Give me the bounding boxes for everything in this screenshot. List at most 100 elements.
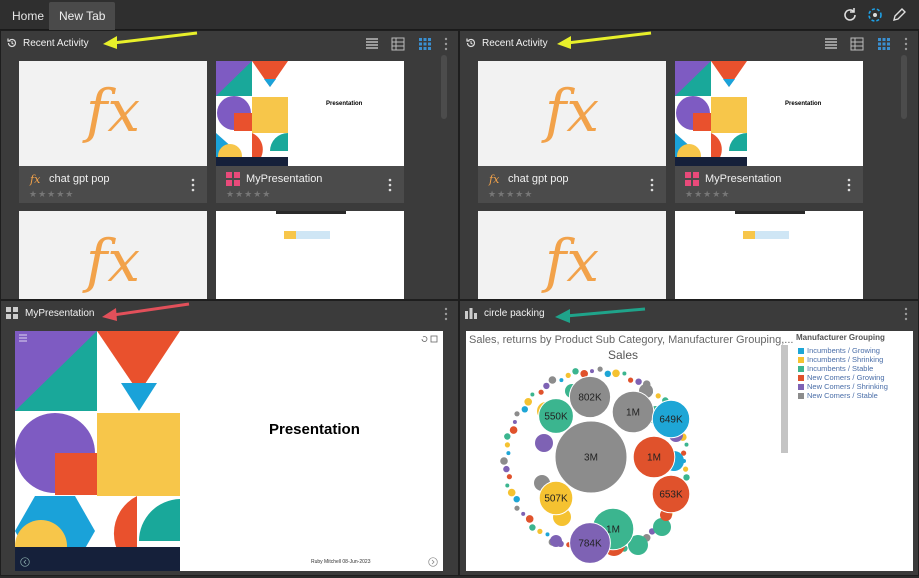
small-bubble xyxy=(537,528,543,534)
bubble[interactable]: 507K xyxy=(538,480,574,516)
small-bubble xyxy=(572,368,579,375)
card-name[interactable]: MyPresentation xyxy=(705,173,781,185)
card-thumbnail[interactable] xyxy=(216,211,404,299)
card-menu-icon[interactable] xyxy=(847,178,851,192)
bubble-label: 649K xyxy=(659,415,683,426)
bubble[interactable]: 653K xyxy=(651,474,691,514)
bubble[interactable]: 1M xyxy=(632,435,676,479)
small-bubble xyxy=(684,442,689,447)
small-bubble xyxy=(514,411,520,417)
panel-header: circle packing xyxy=(460,301,918,327)
grid-view-icon[interactable] xyxy=(418,37,432,51)
small-bubble xyxy=(521,511,526,516)
card-bar: fx chat gpt pop ★★★★★ xyxy=(478,166,666,203)
card-menu-icon[interactable] xyxy=(191,178,195,192)
panel-menu-icon[interactable] xyxy=(903,307,909,321)
card-thumbnail[interactable]: fx xyxy=(478,61,666,166)
panel-title: Recent Activity xyxy=(482,38,548,49)
card-menu-icon[interactable] xyxy=(650,178,654,192)
panel-menu-icon[interactable] xyxy=(903,37,909,51)
bubble[interactable]: 649K xyxy=(651,399,691,439)
panel-title: Recent Activity xyxy=(23,38,89,49)
fx-glyph: fx xyxy=(544,227,600,295)
card-bar: fx chat gpt pop ★★★★★ xyxy=(19,166,207,203)
recent-activity-panel-left: Recent Activity fx fx chat gpt pop ★★★★★ xyxy=(0,30,459,300)
list-view-icon[interactable] xyxy=(824,37,838,51)
panel-menu-icon[interactable] xyxy=(443,37,449,51)
bubble-label: 550K xyxy=(544,412,568,423)
list-view-icon[interactable] xyxy=(365,37,379,51)
thumb-presentation-title: Presentation xyxy=(785,101,822,107)
tab-home[interactable]: Home xyxy=(2,2,54,30)
card-thumbnail[interactable]: Presentation xyxy=(675,61,863,166)
small-bubble xyxy=(506,451,511,456)
small-bubble xyxy=(507,488,516,497)
card-name[interactable]: chat gpt pop xyxy=(508,173,569,185)
small-bubble xyxy=(597,366,603,372)
rating-stars[interactable]: ★★★★★ xyxy=(226,189,271,200)
detail-view-icon[interactable] xyxy=(391,37,405,51)
small-bubble xyxy=(509,426,518,434)
panel-header: Recent Activity xyxy=(1,31,458,57)
recent-activity-panel-right: Recent Activity fx fx chat gpt pop ★★★★★ xyxy=(459,30,919,300)
geometric-art-icon xyxy=(15,331,180,571)
small-bubble xyxy=(504,433,511,440)
card-thumbnail[interactable] xyxy=(675,211,863,299)
small-bubble xyxy=(612,369,620,378)
panel-menu-icon[interactable] xyxy=(443,307,449,321)
bubble-label: 1M xyxy=(626,408,640,419)
detail-view-icon[interactable] xyxy=(850,37,864,51)
rating-stars[interactable]: ★★★★★ xyxy=(685,189,730,200)
slide-footer: Ruby Mitchell 08-Jun-2023 xyxy=(311,559,371,565)
svg-text:fx: fx xyxy=(488,173,500,186)
small-bubble xyxy=(683,466,689,472)
rating-stars[interactable]: ★★★★★ xyxy=(29,189,74,200)
panel-title: MyPresentation xyxy=(25,308,95,319)
bubble[interactable]: 784K xyxy=(569,522,611,564)
small-bubble xyxy=(653,518,671,536)
small-bubble xyxy=(548,376,557,384)
bubble[interactable]: 1M xyxy=(611,390,655,434)
tab-new-tab[interactable]: New Tab xyxy=(49,2,116,30)
prev-slide-icon[interactable] xyxy=(20,557,30,567)
view-toggle-group xyxy=(357,37,432,51)
fx-icon: fx xyxy=(488,173,500,186)
small-bubble xyxy=(500,457,508,465)
small-bubble xyxy=(503,465,510,473)
small-bubble xyxy=(683,474,690,481)
annotation-arrow xyxy=(557,31,652,49)
card-thumbnail[interactable]: fx xyxy=(478,211,666,299)
card-name[interactable]: MyPresentation xyxy=(246,173,322,185)
circle-packing-chart[interactable]: Sales, returns by Product Sub Category, … xyxy=(466,331,913,571)
card-thumbnail[interactable]: Presentation xyxy=(216,61,404,166)
bubble[interactable]: 550K xyxy=(538,398,574,434)
rating-stars[interactable]: ★★★★★ xyxy=(488,189,533,200)
annotation-arrow xyxy=(102,302,190,321)
scrollbar[interactable] xyxy=(441,55,447,119)
refresh-icon[interactable] xyxy=(841,6,859,24)
card-thumbnail[interactable]: fx xyxy=(19,211,207,299)
history-icon xyxy=(7,38,17,48)
slide-controls-icon[interactable] xyxy=(419,335,439,343)
panel-title: circle packing xyxy=(484,308,545,319)
grid-view-icon[interactable] xyxy=(877,37,891,51)
bubble[interactable]: 3M xyxy=(554,420,628,494)
small-bubble xyxy=(655,393,661,399)
scrollbar[interactable] xyxy=(901,55,907,119)
small-bubble xyxy=(550,535,562,547)
card-name[interactable]: chat gpt pop xyxy=(49,173,110,185)
annotation-arrow xyxy=(103,31,198,49)
small-bubble xyxy=(622,371,627,376)
small-bubble xyxy=(565,372,571,378)
card-menu-icon[interactable] xyxy=(388,178,392,192)
edit-pencil-icon[interactable] xyxy=(890,6,908,24)
next-slide-icon[interactable] xyxy=(428,557,438,567)
card-thumbnail[interactable]: fx xyxy=(19,61,207,166)
card-bar: MyPresentation ★★★★★ xyxy=(675,166,863,203)
bubble[interactable]: 802K xyxy=(568,375,612,419)
presentation-slide[interactable]: Presentation Ruby Mitchell 08-Jun-2023 xyxy=(15,331,443,571)
auto-refresh-icon[interactable] xyxy=(866,6,884,24)
bubble-plot: 3M 1M1M1M802K784K649K653K550K507K xyxy=(500,366,691,564)
small-bubble xyxy=(590,369,594,374)
history-icon xyxy=(466,38,476,48)
